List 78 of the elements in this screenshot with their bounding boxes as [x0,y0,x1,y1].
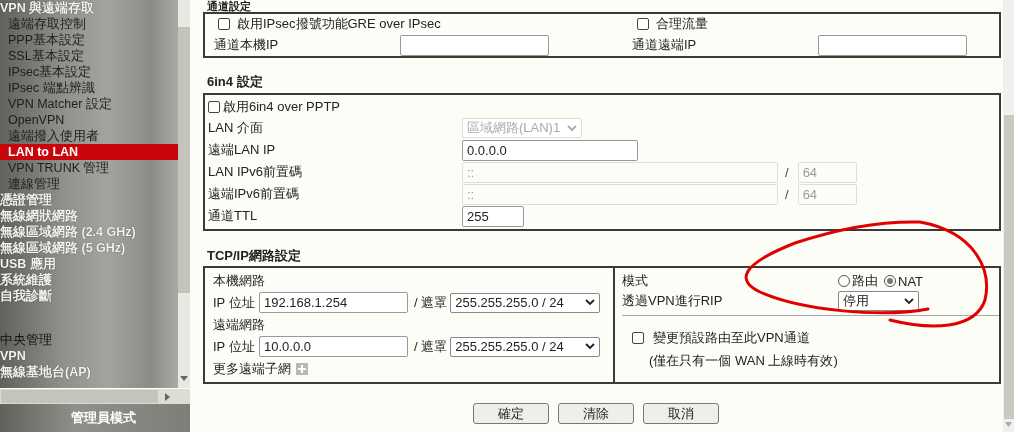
chevron-icon [585,299,596,306]
field-label: 遠端IPv6前置碼 [208,185,300,203]
input-field[interactable] [818,34,967,56]
checkbox-label: 變更預設路由至此VPN通道 [653,329,810,347]
sidebar-item[interactable]: 無線基地台(AP) [0,364,178,380]
section-title: TCP/IP網路設定 [206,248,302,264]
group-heading: 本機網路 [213,271,265,290]
sidebar-item[interactable]: 自我診斷 [0,288,178,304]
input-field[interactable] [400,34,549,56]
checkbox[interactable] [637,18,649,30]
sidebar-item[interactable]: VPN 與遠端存取 [0,0,178,16]
sidebar-item[interactable]: OpenVPN [0,112,178,128]
sidebar-item[interactable]: 無線區域網路 (5 GHz) [0,240,178,256]
sidebar-item[interactable]: VPN TRUNK 管理 [0,160,178,176]
section-title: 通道設定 [206,0,252,12]
sidebar-item[interactable]: LAN to LAN [0,144,178,160]
vertical-scrollbar[interactable] [178,0,190,388]
input-field[interactable]: 255 [462,205,524,227]
sidebar-item[interactable]: 無線網狀網路 [0,208,178,224]
field-label: 遠端LAN IP [208,141,277,159]
radio-button[interactable] [884,275,896,287]
sidebar-item[interactable]: 憑證管理 [0,192,178,208]
sidebar-item[interactable]: PPP基本設定 [0,32,178,48]
link-text[interactable]: 更多遠端子網 [213,360,291,378]
action-button[interactable]: 清除 [558,403,634,424]
sidebar-item[interactable]: VPN Matcher 設定 [0,96,178,112]
section-title: 6in4 設定 [206,74,264,90]
chevron-icon [904,297,914,305]
input-field[interactable]: 10.0.0.0 [259,336,408,357]
separator-text: / [785,164,789,180]
hint-text: (僅在只有一個 WAN 上線時有效) [648,352,839,370]
checkbox[interactable] [218,18,230,30]
group-heading: 遠端網路 [213,315,265,334]
radio-label: 路由 [852,272,878,290]
vertical-scrollbar[interactable] [1003,0,1014,432]
horizontal-scrollbar[interactable] [0,388,190,404]
sidebar-item[interactable]: 遠端撥入使用者 [0,128,178,144]
sidebar-item[interactable]: IPsec基本設定 [0,64,178,80]
field-label: IP 位址 [213,337,256,356]
sidebar-item[interactable]: 無線區域網路 (2.4 GHz) [0,224,178,240]
input-field[interactable]: 192.168.1.254 [259,292,408,313]
input-field[interactable]: 0.0.0.0 [462,139,638,161]
field-label: 通道TTL [208,207,259,225]
scroll-right-icon[interactable] [165,393,170,401]
sidebar-item[interactable]: VPN [0,348,178,364]
separator-text: / [785,186,789,202]
mode-label: 管理員模式 [69,409,136,427]
field-label: IP 位址 [213,293,256,312]
field-label: LAN IPv6前置碼 [208,163,303,181]
field-label: 通道本機IP [214,36,280,54]
checkbox-label: 合理流量 [656,15,708,33]
field-label: / 遮罩 [414,337,448,356]
field-label: 透過VPN進行RIP [622,292,724,310]
sidebar-item[interactable]: 遠端存取控制 [0,16,178,32]
field-label: LAN 介面 [208,119,264,137]
sidebar-item[interactable]: SSL基本設定 [0,48,178,64]
radio-button[interactable] [838,275,850,287]
field-label: / 遮罩 [414,293,448,312]
dropdown[interactable]: 255.255.255.0 / 24 [450,292,601,313]
sidebar-item[interactable]: 系統維護 [0,272,178,288]
chevron-icon [585,343,596,350]
radio-label: NAT [898,273,924,289]
field-label: 通道遠端IP [632,36,698,54]
dropdown[interactable]: 停用 [838,291,919,311]
field-label: 模式 [622,272,649,290]
sidebar-item[interactable]: 中央管理 [0,332,178,348]
action-button[interactable]: 確定 [473,403,549,424]
scroll-down-icon[interactable] [180,376,188,381]
checkbox-label: 啟用6in4 over PPTP [223,98,341,116]
sidebar-item[interactable]: IPsec 端點辨識 [0,80,178,96]
chevron-icon [567,124,577,132]
checkbox[interactable] [632,332,644,344]
checkbox-label: 啟用IPsec撥號功能GRE over IPsec [237,15,441,33]
sidebar-item[interactable]: 連線管理 [0,176,178,192]
sidebar-item[interactable]: USB 應用 [0,256,178,272]
checkbox[interactable] [208,101,220,113]
action-button[interactable]: 取消 [643,403,719,424]
dropdown[interactable]: 255.255.255.0 / 24 [450,336,601,357]
